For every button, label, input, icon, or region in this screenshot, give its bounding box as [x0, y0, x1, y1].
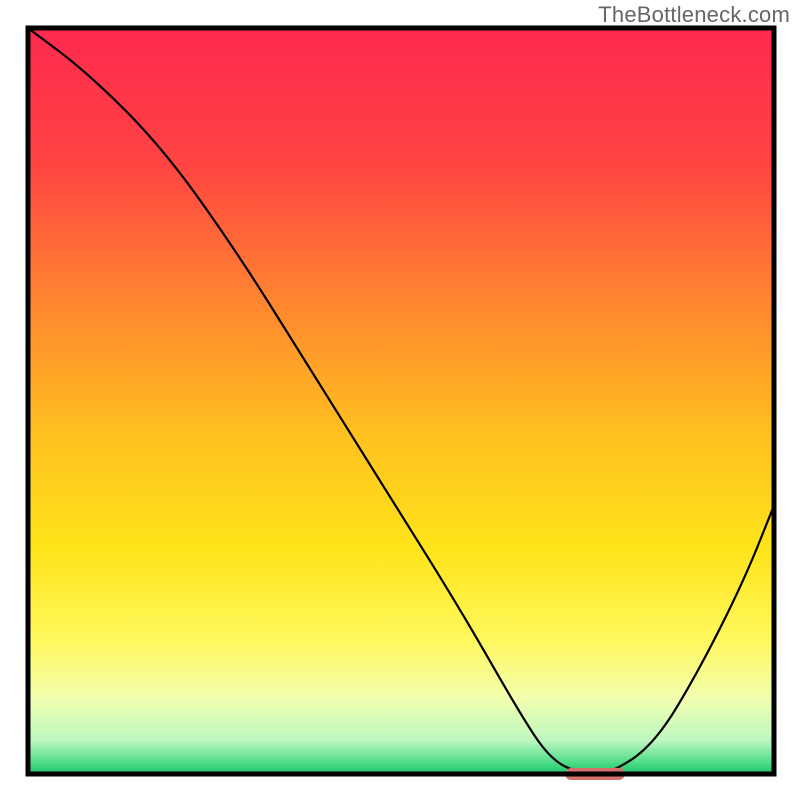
- bottleneck-chart: [0, 0, 800, 800]
- plot-area: [28, 28, 774, 774]
